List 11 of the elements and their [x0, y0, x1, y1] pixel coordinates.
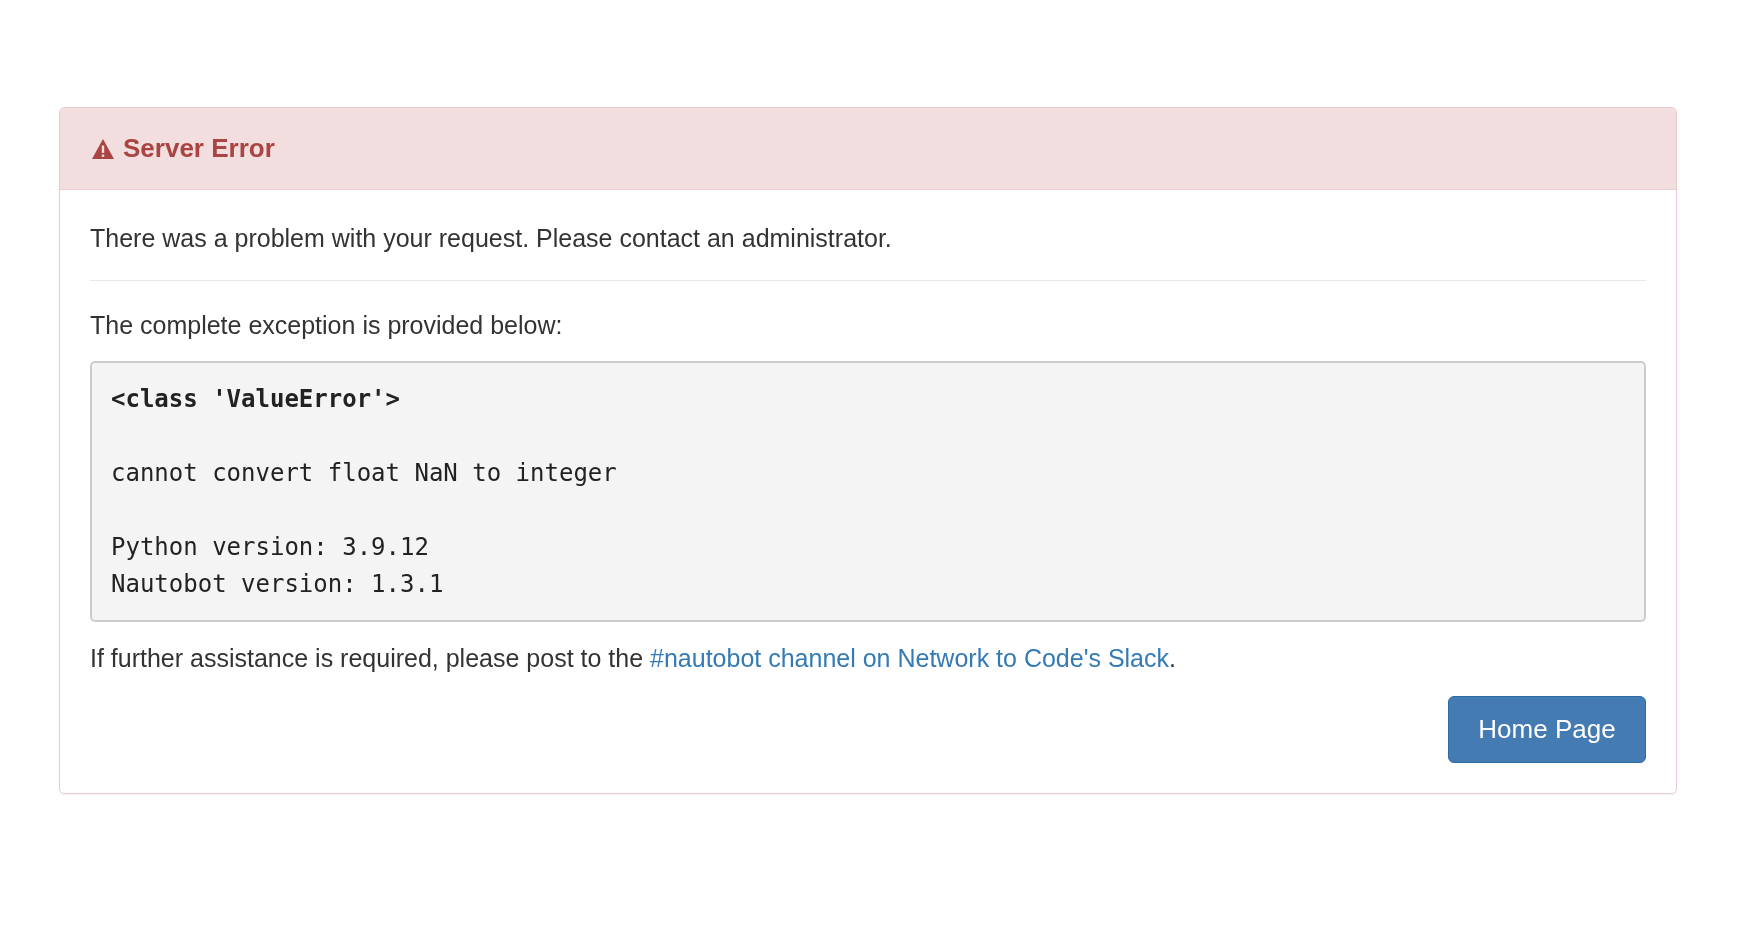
exception-type: <class 'ValueError'> — [111, 384, 400, 415]
version-line: Nautobot version: 1.3.1 — [111, 569, 444, 600]
exception-intro: The complete exception is provided below: — [90, 310, 564, 341]
home-page-button[interactable]: Home Page — [1448, 696, 1646, 763]
panel-title: Server Error — [123, 133, 275, 164]
warning-icon — [91, 137, 115, 160]
error-message: There was a problem with your request. Please contact an administrator. — [90, 223, 893, 254]
exception-message: cannot convert float NaN to integer — [111, 458, 617, 489]
version-line: Python version: 3.9.12 — [111, 532, 429, 563]
help-text: If further assistance is required, please post to the #nautobot channel on Network to Code's Slack. — [90, 643, 1177, 674]
slack-link[interactable]: #nautobot channel on Network to Code's Slack — [650, 644, 1169, 672]
